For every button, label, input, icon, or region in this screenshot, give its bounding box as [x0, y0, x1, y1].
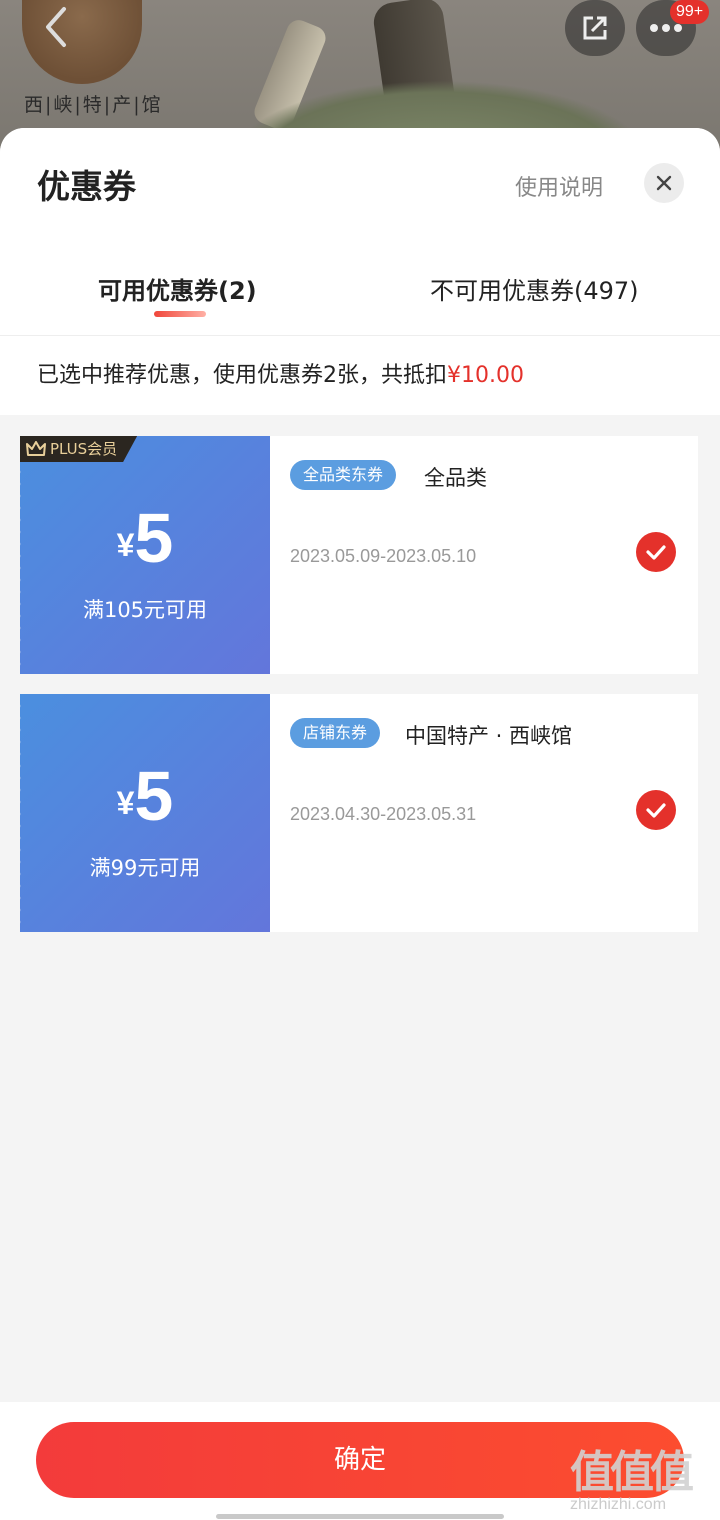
watermark-url: zhizhizhi.com: [570, 1496, 667, 1513]
close-icon: [656, 175, 672, 191]
chevron-left-icon: [46, 7, 66, 47]
coupon-select-checkbox[interactable]: [636, 532, 676, 572]
coupon-date-range: 2023.04.30-2023.05.31: [290, 804, 477, 824]
coupon-details: 店铺东券 中国特产 · 西峡馆 2023.04.30-2023.05.31: [270, 694, 698, 932]
site-watermark: 值值值 zhizhizhi.com: [570, 1436, 720, 1520]
coupon-type-tag: 店铺东券: [290, 718, 381, 748]
tab-available-coupons[interactable]: 可用优惠券(2): [98, 271, 257, 306]
tab-unavailable-coupons[interactable]: 不可用优惠券(497): [430, 271, 639, 306]
coupon-value-panel: PLUS会员 ¥5 满105元可用: [16, 436, 270, 674]
coupon-details: 全品类东券 全品类 2023.05.09-2023.05.10: [270, 436, 698, 674]
coupon-type-tag: 全品类东券: [290, 460, 397, 490]
back-button[interactable]: [28, 0, 82, 54]
watermark-logo-text: 值值值: [570, 1447, 694, 1498]
coupon-card[interactable]: ¥5 满99元可用 店铺东券 中国特产 · 西峡馆 2023.04.30-202…: [16, 694, 698, 932]
home-indicator: [216, 1514, 504, 1519]
coupon-condition: 满105元可用: [82, 598, 208, 622]
more-dots-icon: [650, 24, 682, 32]
close-button[interactable]: [644, 163, 684, 203]
usage-instructions-link[interactable]: 使用说明: [515, 170, 603, 202]
check-icon: [646, 803, 666, 818]
share-button[interactable]: [565, 0, 625, 56]
crown-icon: [26, 441, 46, 456]
plus-member-tag: PLUS会员: [20, 436, 138, 462]
coupon-date-range: 2023.05.09-2023.05.10: [290, 546, 477, 566]
selection-summary: 已选中推荐优惠，使用优惠券2张，共抵扣¥10.00: [0, 335, 720, 415]
active-tab-indicator: [154, 311, 206, 317]
currency-symbol: ¥: [116, 785, 135, 821]
summary-text: 已选中推荐优惠，使用优惠券2张，共抵扣: [37, 363, 447, 388]
coupon-value-panel: ¥5 满99元可用: [16, 694, 270, 932]
currency-symbol: ¥: [116, 527, 135, 563]
coupon-scope: 中国特产 · 西峡馆: [405, 724, 573, 748]
share-icon: [583, 16, 607, 40]
summary-amount: ¥10.00: [447, 363, 524, 388]
coupon-value: ¥5: [20, 756, 270, 836]
plus-tag-label: PLUS会员: [50, 440, 118, 458]
coupon-amount: 5: [134, 499, 174, 577]
sheet-title: 优惠券: [37, 167, 136, 206]
notification-badge: 99+: [670, 0, 710, 24]
coupon-value: ¥5: [20, 498, 270, 578]
coupon-sheet: 优惠券 使用说明 可用优惠券(2) 不可用优惠券(497) 已选中推荐优惠，使用…: [0, 128, 720, 1520]
coupon-card[interactable]: PLUS会员 ¥5 满105元可用 全品类东券 全品类 2023.05.09-2…: [16, 436, 698, 674]
store-logo-text: 西|峡|特|产|馆: [24, 94, 163, 116]
sheet-header: 优惠券 使用说明 可用优惠券(2) 不可用优惠券(497): [0, 128, 720, 335]
coupon-amount: 5: [134, 757, 174, 835]
coupon-condition: 满99元可用: [89, 856, 201, 880]
coupon-select-checkbox[interactable]: [636, 790, 676, 830]
coupon-scope: 全品类: [424, 466, 487, 490]
check-icon: [646, 545, 666, 560]
